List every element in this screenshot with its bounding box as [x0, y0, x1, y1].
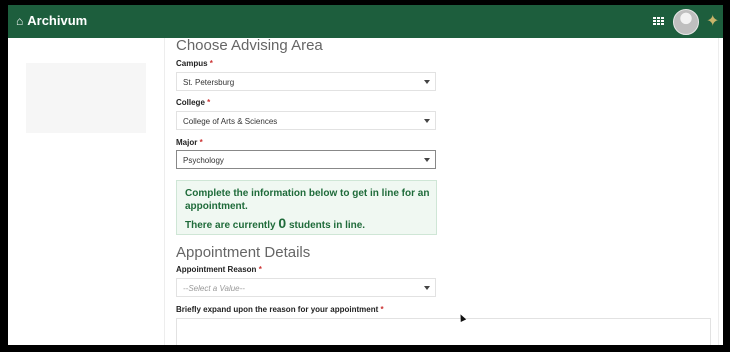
- reason-label: Appointment Reason *: [176, 265, 262, 274]
- app-brand[interactable]: ⌂ Archivum: [16, 13, 87, 28]
- apps-grid-icon[interactable]: [653, 17, 664, 26]
- advising-section-title: Choose Advising Area: [176, 37, 323, 54]
- queue-info-alert: Complete the information below to get in…: [176, 180, 437, 235]
- major-value: Psychology: [183, 156, 224, 165]
- chevron-down-icon: [424, 119, 430, 123]
- sidebar-placeholder: [26, 63, 146, 133]
- expand-reason-label: Briefly expand upon the reason for your …: [176, 305, 384, 314]
- campus-label: Campus *: [176, 59, 213, 68]
- content-divider-left: [164, 38, 165, 345]
- appointment-section-title: Appointment Details: [176, 244, 311, 261]
- chevron-down-icon: [424, 286, 430, 290]
- queue-count: 0: [278, 215, 287, 231]
- bull-logo-icon: ✦: [706, 13, 720, 30]
- major-select[interactable]: Psychology: [176, 150, 436, 169]
- content-divider-right: [718, 38, 719, 345]
- college-value: College of Arts & Sciences: [183, 117, 278, 126]
- home-icon: ⌂: [16, 14, 24, 28]
- chevron-down-icon: [424, 158, 430, 162]
- queue-status: There are currently 0 students in line.: [185, 215, 366, 231]
- major-label: Major *: [176, 138, 203, 147]
- top-navbar: ⌂ Archivum ✦: [8, 5, 723, 38]
- campus-select[interactable]: St. Petersburg: [176, 72, 436, 91]
- browser-viewport: ⌂ Archivum ✦ Choose Advising Area Campus …: [8, 5, 723, 345]
- app-title: Archivum: [27, 13, 88, 28]
- reason-select[interactable]: --Select a Value--: [176, 278, 436, 297]
- chevron-down-icon: [424, 80, 430, 84]
- user-avatar[interactable]: [673, 9, 699, 35]
- college-label: College *: [176, 98, 211, 107]
- alert-message: Complete the information below to get in…: [185, 188, 430, 212]
- college-select[interactable]: College of Arts & Sciences: [176, 111, 436, 130]
- campus-value: St. Petersburg: [183, 78, 235, 87]
- reason-details-textarea[interactable]: [176, 318, 711, 345]
- reason-placeholder: --Select a Value--: [183, 284, 245, 293]
